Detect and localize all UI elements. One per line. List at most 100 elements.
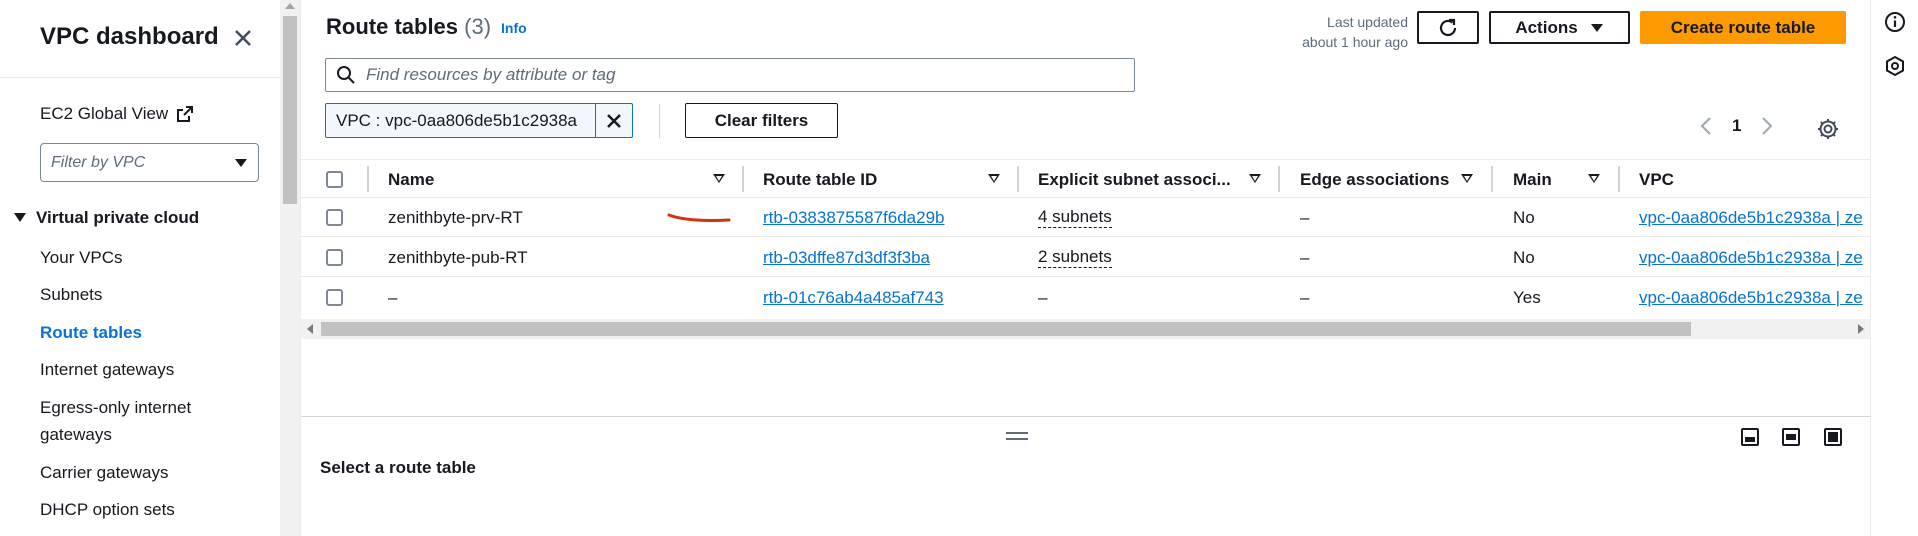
row-main: No (1513, 207, 1535, 227)
last-updated-time: about 1 hour ago (1302, 34, 1408, 50)
page-title: Route tables (3) (326, 14, 491, 40)
search-placeholder: Find resources by attribute or tag (366, 65, 616, 84)
column-divider (1618, 166, 1620, 192)
settings-icon[interactable] (1816, 117, 1840, 141)
caret-down-icon (14, 213, 26, 222)
page-number[interactable]: 1 (1732, 116, 1741, 136)
actions-button[interactable]: Actions (1489, 11, 1630, 44)
split-full-icon[interactable] (1824, 428, 1842, 446)
column-divider (742, 166, 744, 192)
search-input[interactable]: Find resources by attribute or tag (325, 58, 1135, 92)
sidebar-section-vpc[interactable]: Virtual private cloud (14, 208, 199, 228)
vpc-filter-placeholder: Filter by VPC (51, 153, 146, 171)
horizontal-scroll-thumb[interactable] (321, 322, 1691, 336)
column-header-route-table-id[interactable]: Route table ID (763, 160, 877, 199)
sort-icon[interactable] (1461, 174, 1473, 183)
create-route-table-button[interactable]: Create route table (1640, 11, 1846, 44)
split-panel-divider (301, 416, 1870, 417)
sidebar-item-route-tables[interactable]: Route tables (40, 323, 142, 343)
table-row[interactable]: zenithbyte-prv-RT rtb-0383875587f6da29b … (301, 198, 1870, 237)
sort-icon[interactable] (988, 174, 1000, 183)
sidebar-item-egress-only[interactable]: Egress-only internet (40, 398, 191, 418)
refresh-button[interactable] (1417, 11, 1479, 44)
sidebar-item-carrier-gateways[interactable]: Carrier gateways (40, 463, 169, 483)
remove-filter-button[interactable] (595, 104, 632, 137)
sidebar-item-internet-gateways[interactable]: Internet gateways (40, 360, 174, 380)
vpc-link[interactable]: vpc-0aa806de5b1c2938a | ze (1639, 288, 1863, 308)
vpc-filter-select[interactable]: Filter by VPC (40, 143, 259, 182)
row-edge: – (1300, 287, 1310, 307)
column-header-explicit-subnet[interactable]: Explicit subnet associ... (1038, 160, 1231, 199)
column-divider (1491, 166, 1493, 192)
column-header-vpc[interactable]: VPC (1639, 160, 1674, 199)
info-icon[interactable] (1884, 11, 1906, 33)
page-title-text: Route tables (326, 14, 459, 39)
chevron-left-icon[interactable] (1700, 116, 1712, 136)
external-link-icon (177, 106, 194, 122)
column-divider (1278, 166, 1280, 192)
split-center-icon[interactable] (1782, 428, 1800, 446)
caret-down-icon (235, 158, 247, 167)
refresh-icon (1439, 18, 1457, 36)
row-main: No (1513, 247, 1535, 267)
row-name[interactable]: zenithbyte-prv-RT (388, 198, 523, 237)
row-edge: – (1300, 207, 1310, 227)
vpc-link[interactable]: vpc-0aa806de5b1c2938a | ze (1639, 208, 1863, 228)
actions-label: Actions (1515, 17, 1578, 37)
clear-filters-button[interactable]: Clear filters (685, 103, 838, 138)
vpc-link[interactable]: vpc-0aa806de5b1c2938a | ze (1639, 248, 1863, 268)
sidebar-scrollbar[interactable] (280, 0, 300, 536)
scroll-left-arrow[interactable] (307, 324, 313, 334)
info-link[interactable]: Info (501, 20, 527, 36)
close-icon (607, 113, 621, 128)
split-bottom-icon[interactable] (1741, 428, 1759, 446)
column-header-main[interactable]: Main (1513, 160, 1552, 199)
row-checkbox[interactable] (326, 209, 343, 226)
row-name[interactable]: zenithbyte-pub-RT (388, 238, 528, 277)
filter-divider (659, 104, 660, 138)
sidebar-item-dhcp-option-sets[interactable]: DHCP option sets (40, 500, 175, 520)
route-table-id-link[interactable]: rtb-03dffe87d3df3f3ba (763, 248, 930, 268)
subnet-associations-link[interactable]: 2 subnets (1038, 247, 1112, 268)
close-icon[interactable] (229, 24, 257, 52)
hexagon-icon[interactable] (1884, 55, 1906, 77)
row-checkbox[interactable] (326, 289, 343, 306)
column-header-name[interactable]: Name (388, 160, 434, 199)
sort-icon[interactable] (1588, 174, 1600, 183)
sidebar-item-subnets[interactable]: Subnets (40, 285, 102, 305)
table-horizontal-scrollbar[interactable] (301, 319, 1870, 339)
column-header-edge-associations[interactable]: Edge associations (1300, 160, 1449, 199)
pagination: 1 (1700, 116, 1773, 136)
scroll-right-arrow[interactable] (1858, 324, 1864, 334)
route-table-id-link[interactable]: rtb-01c76ab4a485af743 (763, 288, 944, 308)
column-divider (367, 166, 369, 192)
annotation-mark (667, 213, 731, 222)
row-subnets: – (1038, 287, 1048, 307)
right-rail (1870, 0, 1918, 536)
sidebar: VPC dashboard EC2 Global View Filter by … (0, 0, 280, 536)
sidebar-item-your-vpcs[interactable]: Your VPCs (40, 248, 123, 268)
table-row[interactable]: – rtb-01c76ab4a485af743 – – Yes vpc-0aa8… (301, 278, 1870, 317)
subnet-associations-link[interactable]: 4 subnets (1038, 207, 1112, 228)
select-all-checkbox[interactable] (326, 171, 343, 188)
row-name[interactable]: – (388, 278, 397, 317)
filter-token-label: VPC : vpc-0aa806de5b1c2938a (336, 110, 578, 130)
last-updated-label: Last updated (1327, 14, 1408, 30)
split-panel-drag-handle[interactable] (1006, 432, 1028, 440)
chevron-right-icon[interactable] (1761, 116, 1773, 136)
row-checkbox[interactable] (326, 249, 343, 266)
table-row[interactable]: zenithbyte-pub-RT rtb-03dffe87d3df3f3ba … (301, 238, 1870, 277)
sort-icon[interactable] (713, 174, 725, 183)
sidebar-scroll-thumb[interactable] (283, 16, 297, 204)
sort-icon[interactable] (1249, 174, 1261, 183)
sidebar-title: VPC dashboard (40, 23, 219, 50)
column-divider (1017, 166, 1019, 192)
filter-token: VPC : vpc-0aa806de5b1c2938a (325, 103, 633, 138)
last-updated: Last updated about 1 hour ago (1280, 12, 1408, 52)
ec2-global-view-link[interactable]: EC2 Global View (40, 104, 194, 124)
route-table-id-link[interactable]: rtb-0383875587f6da29b (763, 208, 945, 228)
scroll-up-arrow[interactable] (285, 3, 295, 9)
page-title-count: (3) (464, 14, 492, 39)
ec2-global-view-label: EC2 Global View (40, 104, 169, 123)
sidebar-item-egress-only-cont[interactable]: gateways (40, 425, 112, 445)
